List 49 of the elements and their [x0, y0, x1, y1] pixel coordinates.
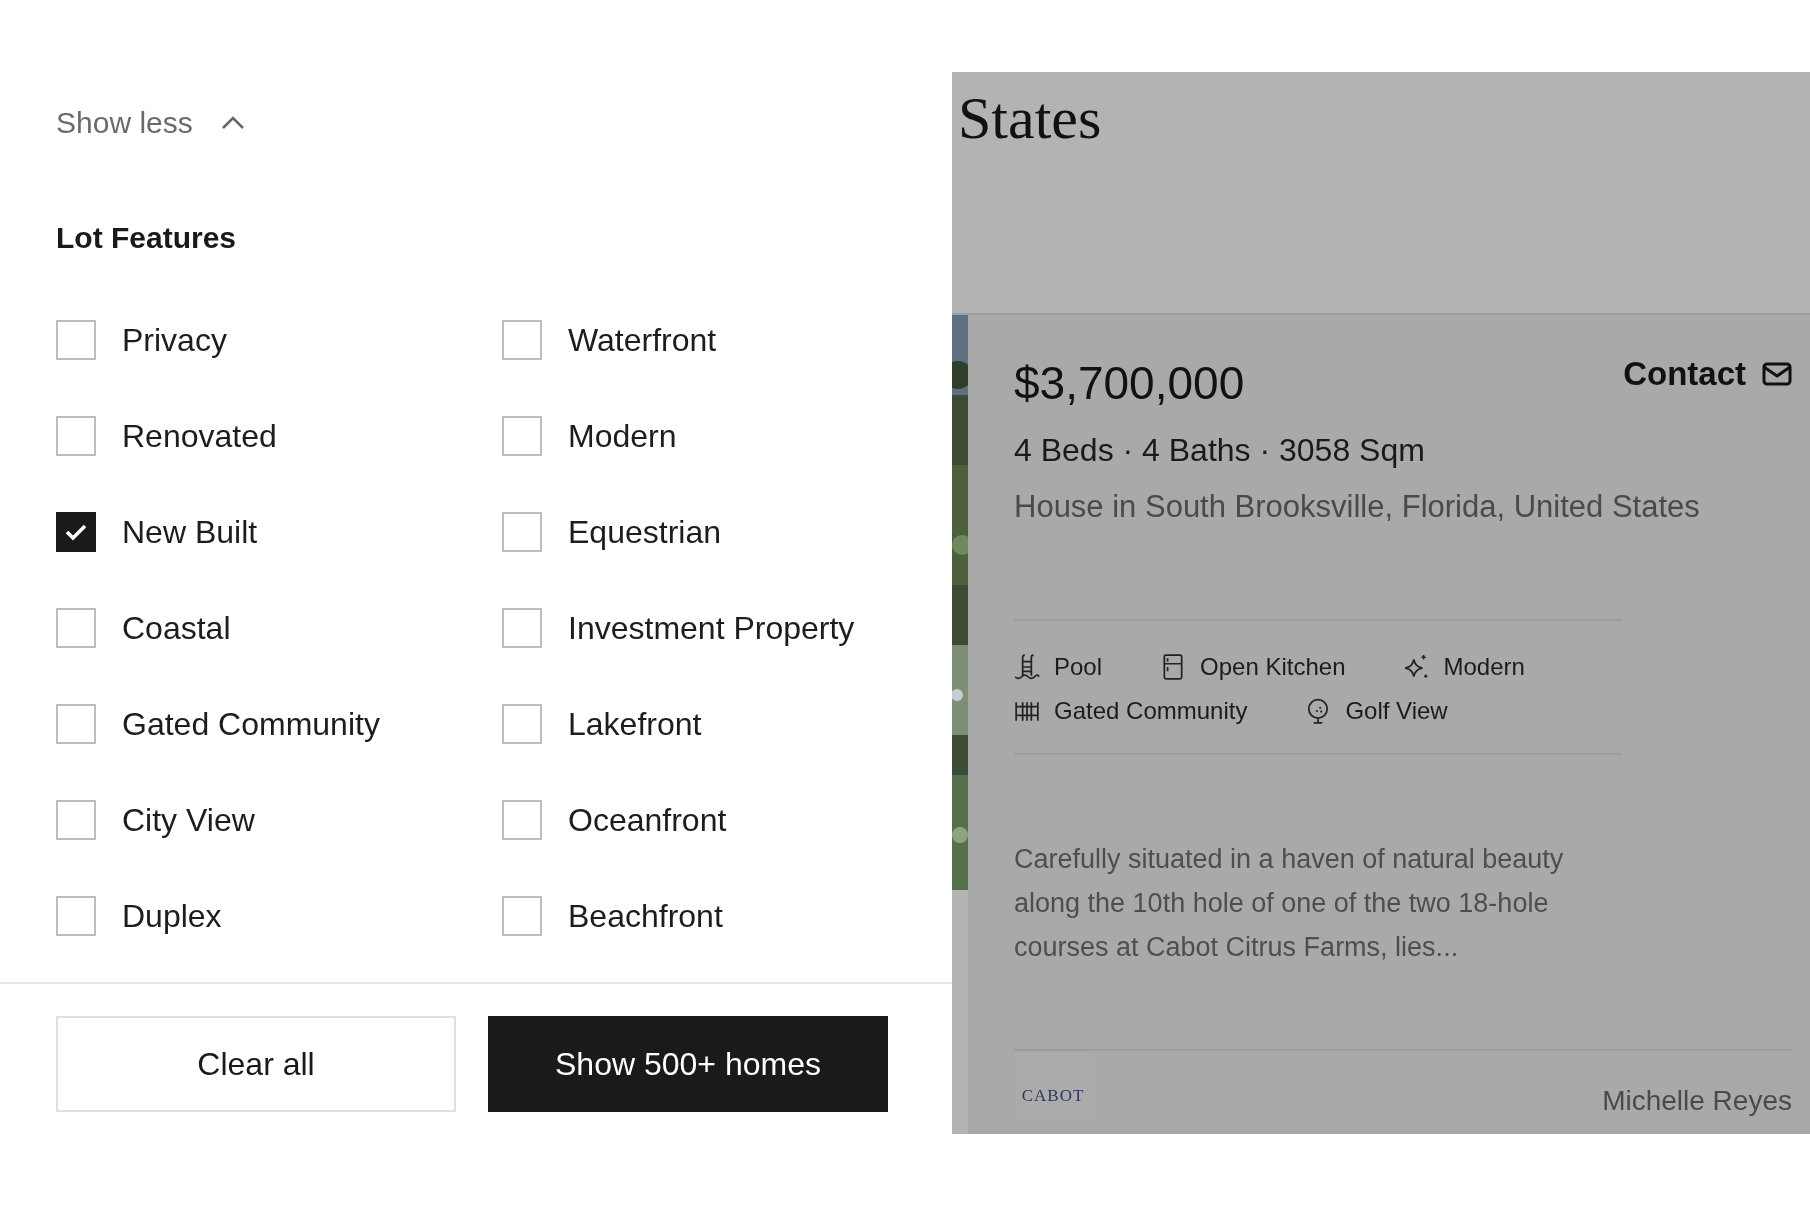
- checkbox[interactable]: [56, 896, 96, 936]
- option-label[interactable]: City View: [122, 801, 255, 839]
- checkbox[interactable]: [56, 416, 96, 456]
- option-label[interactable]: Beachfront: [568, 897, 723, 935]
- checkbox[interactable]: [56, 800, 96, 840]
- option-label[interactable]: Oceanfront: [568, 801, 727, 839]
- agent-name: Michelle Reyes: [1602, 1084, 1792, 1118]
- property-address: House in South Brooksville, Florida, United States: [1014, 488, 1701, 526]
- page-heading: States: [958, 88, 1102, 148]
- price: $3,700,000: [1014, 356, 1245, 411]
- envelope-icon: [1762, 361, 1792, 386]
- checkbox[interactable]: [502, 896, 542, 936]
- option-label[interactable]: Lakefront: [568, 705, 702, 743]
- checkbox[interactable]: [56, 704, 96, 744]
- check-icon: [64, 522, 88, 542]
- pool-ladder-icon: [1014, 653, 1040, 680]
- checkbox[interactable]: [502, 416, 542, 456]
- option-label[interactable]: Privacy: [122, 321, 227, 359]
- checkbox[interactable]: [56, 320, 96, 360]
- checkbox[interactable]: [56, 608, 96, 648]
- feature-label: Golf View: [1345, 695, 1448, 726]
- option-label[interactable]: Equestrian: [568, 513, 721, 551]
- checkbox[interactable]: [502, 512, 542, 552]
- show-homes-button[interactable]: Show 500+ homes: [488, 1016, 888, 1112]
- show-less-toggle[interactable]: Show less: [56, 100, 245, 145]
- checkbox[interactable]: [502, 320, 542, 360]
- option-label[interactable]: Waterfront: [568, 321, 717, 359]
- checkbox[interactable]: [502, 608, 542, 648]
- option-label[interactable]: Coastal: [122, 609, 231, 647]
- option-label[interactable]: Gated Community: [122, 705, 380, 743]
- feature-label: Gated Community: [1054, 695, 1248, 726]
- contact-button[interactable]: Contact: [1623, 349, 1792, 399]
- feature-label: Modern: [1443, 651, 1525, 682]
- feature-label: Pool: [1054, 651, 1103, 682]
- option-label[interactable]: Investment Property: [568, 609, 855, 647]
- property-description: Carefully situated in a haven of natural beauty along the 10th hole of one of the two 18-hole courses at Cabot Citrus Farms, lies...: [1014, 842, 1565, 964]
- clear-all-button[interactable]: Clear all: [56, 1016, 456, 1112]
- section-title: Lot Features: [56, 220, 238, 256]
- option-label[interactable]: Modern: [568, 417, 677, 455]
- option-label[interactable]: Duplex: [122, 897, 222, 935]
- feature-label: Open Kitchen: [1200, 651, 1346, 682]
- checkbox[interactable]: [502, 704, 542, 744]
- chevron-up-icon: [220, 115, 245, 130]
- option-label[interactable]: New Built: [122, 513, 258, 551]
- option-label[interactable]: Renovated: [122, 417, 277, 455]
- checkbox[interactable]: [502, 800, 542, 840]
- sparkle-icon: [1403, 653, 1430, 680]
- checkbox[interactable]: [56, 512, 96, 552]
- property-specs: 4 Beds · 4 Baths · 3058 Sqm: [1014, 431, 1426, 470]
